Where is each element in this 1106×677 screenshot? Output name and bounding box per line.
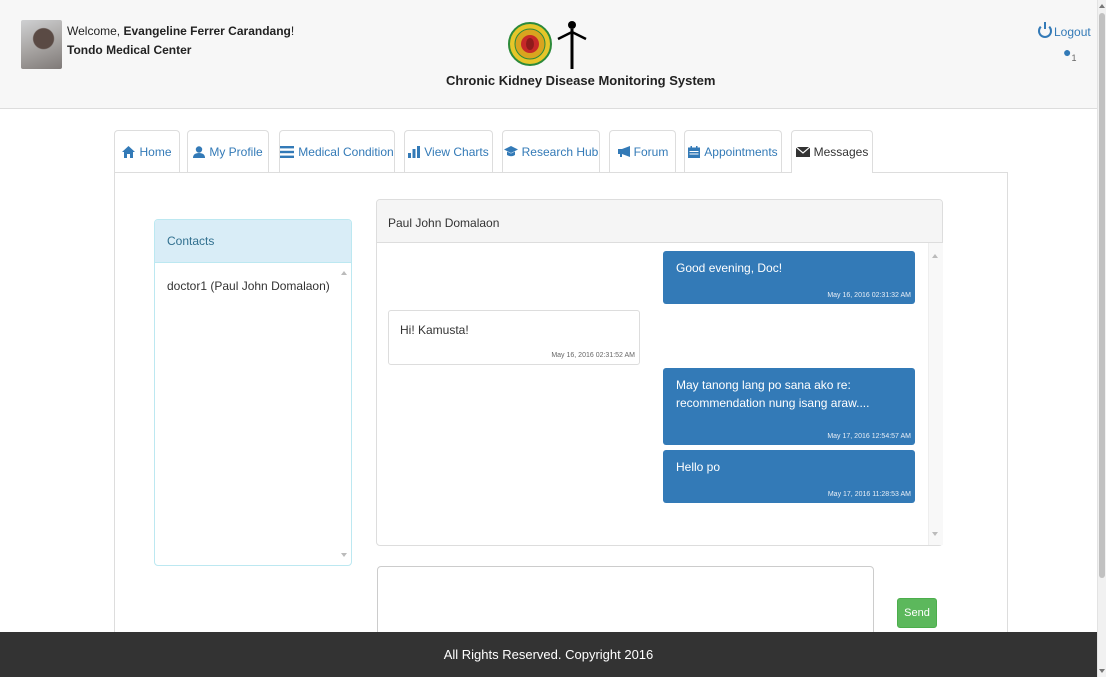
scroll-thumb[interactable] — [1099, 13, 1105, 578]
tab-forum[interactable]: Forum — [609, 130, 676, 172]
message-sent: May tanong lang po sana ako re: recommen… — [663, 368, 915, 445]
bullhorn-icon — [617, 146, 630, 157]
message-text: Good evening, Doc! — [676, 261, 783, 275]
system-title: Chronic Kidney Disease Monitoring System — [446, 73, 716, 88]
message-text: Hi! Kamusta! — [400, 323, 469, 337]
chat-scroll-down[interactable] — [932, 532, 938, 536]
message-sent: Good evening, Doc! May 16, 2016 02:31:32… — [663, 251, 915, 304]
hospital-name: Tondo Medical Center — [67, 43, 192, 57]
power-icon — [1038, 22, 1052, 38]
message-time: May 16, 2016 02:31:52 AM — [551, 352, 635, 359]
footer: All Rights Reserved. Copyright 2016 — [0, 632, 1097, 677]
welcome-line: Welcome, Evangeline Ferrer Carandang! — [67, 24, 295, 38]
notification-count: 1 — [1071, 52, 1077, 63]
message-time: May 17, 2016 11:28:53 AM — [827, 491, 911, 498]
tab-research-hub[interactable]: Research Hub — [502, 130, 600, 172]
page-scrollbar[interactable] — [1097, 0, 1106, 677]
list-icon — [280, 145, 295, 158]
user-icon — [193, 145, 206, 158]
logout-link[interactable]: Logout — [1038, 22, 1091, 39]
message-time: May 16, 2016 02:31:32 AM — [827, 292, 911, 299]
scroll-up-arrow[interactable] — [1099, 4, 1105, 8]
message-received: Hi! Kamusta! May 16, 2016 02:31:52 AM — [388, 310, 640, 365]
welcome-block: Welcome, Evangeline Ferrer Carandang! To… — [67, 22, 294, 60]
tab-view-charts[interactable]: View Charts — [404, 130, 493, 172]
tab-home[interactable]: Home — [114, 130, 180, 172]
envelope-icon — [795, 147, 810, 157]
contacts-panel — [154, 219, 352, 566]
notifications[interactable]: ●1 — [1063, 44, 1076, 63]
home-icon — [122, 145, 136, 158]
tab-my-profile[interactable]: My Profile — [187, 130, 269, 172]
tabs-divider — [114, 172, 1007, 173]
bar-chart-icon — [408, 145, 421, 158]
contacts-scroll-down[interactable] — [341, 553, 347, 557]
tab-medical-condition[interactable]: Medical Condition — [279, 130, 395, 172]
message-time: May 17, 2016 12:54:57 AM — [827, 433, 911, 440]
footer-text: All Rights Reserved. Copyright 2016 — [443, 647, 654, 662]
user-name: Evangeline Ferrer Carandang — [123, 24, 291, 38]
send-button[interactable]: Send — [897, 598, 937, 628]
logo — [508, 21, 587, 69]
tab-appointments[interactable]: Appointments — [684, 130, 782, 172]
message-sent: Hello po May 17, 2016 11:28:53 AM — [663, 450, 915, 503]
chat-scrollbar[interactable] — [928, 243, 943, 545]
message-text: May tanong lang po sana ako re: recommen… — [676, 378, 870, 410]
chat-scroll-up[interactable] — [932, 254, 938, 258]
contacts-title: Contacts — [167, 234, 215, 248]
chat-title: Paul John Domalaon — [388, 216, 500, 230]
tab-messages[interactable]: Messages — [791, 130, 873, 173]
scroll-down-arrow[interactable] — [1099, 669, 1105, 673]
message-text: Hello po — [676, 460, 721, 474]
avatar — [21, 20, 62, 69]
calendar-icon — [688, 145, 701, 158]
contacts-scroll-up[interactable] — [341, 271, 347, 275]
contact-item[interactable]: doctor1 (Paul John Domalaon) — [167, 279, 330, 293]
graduation-cap-icon — [503, 146, 518, 157]
